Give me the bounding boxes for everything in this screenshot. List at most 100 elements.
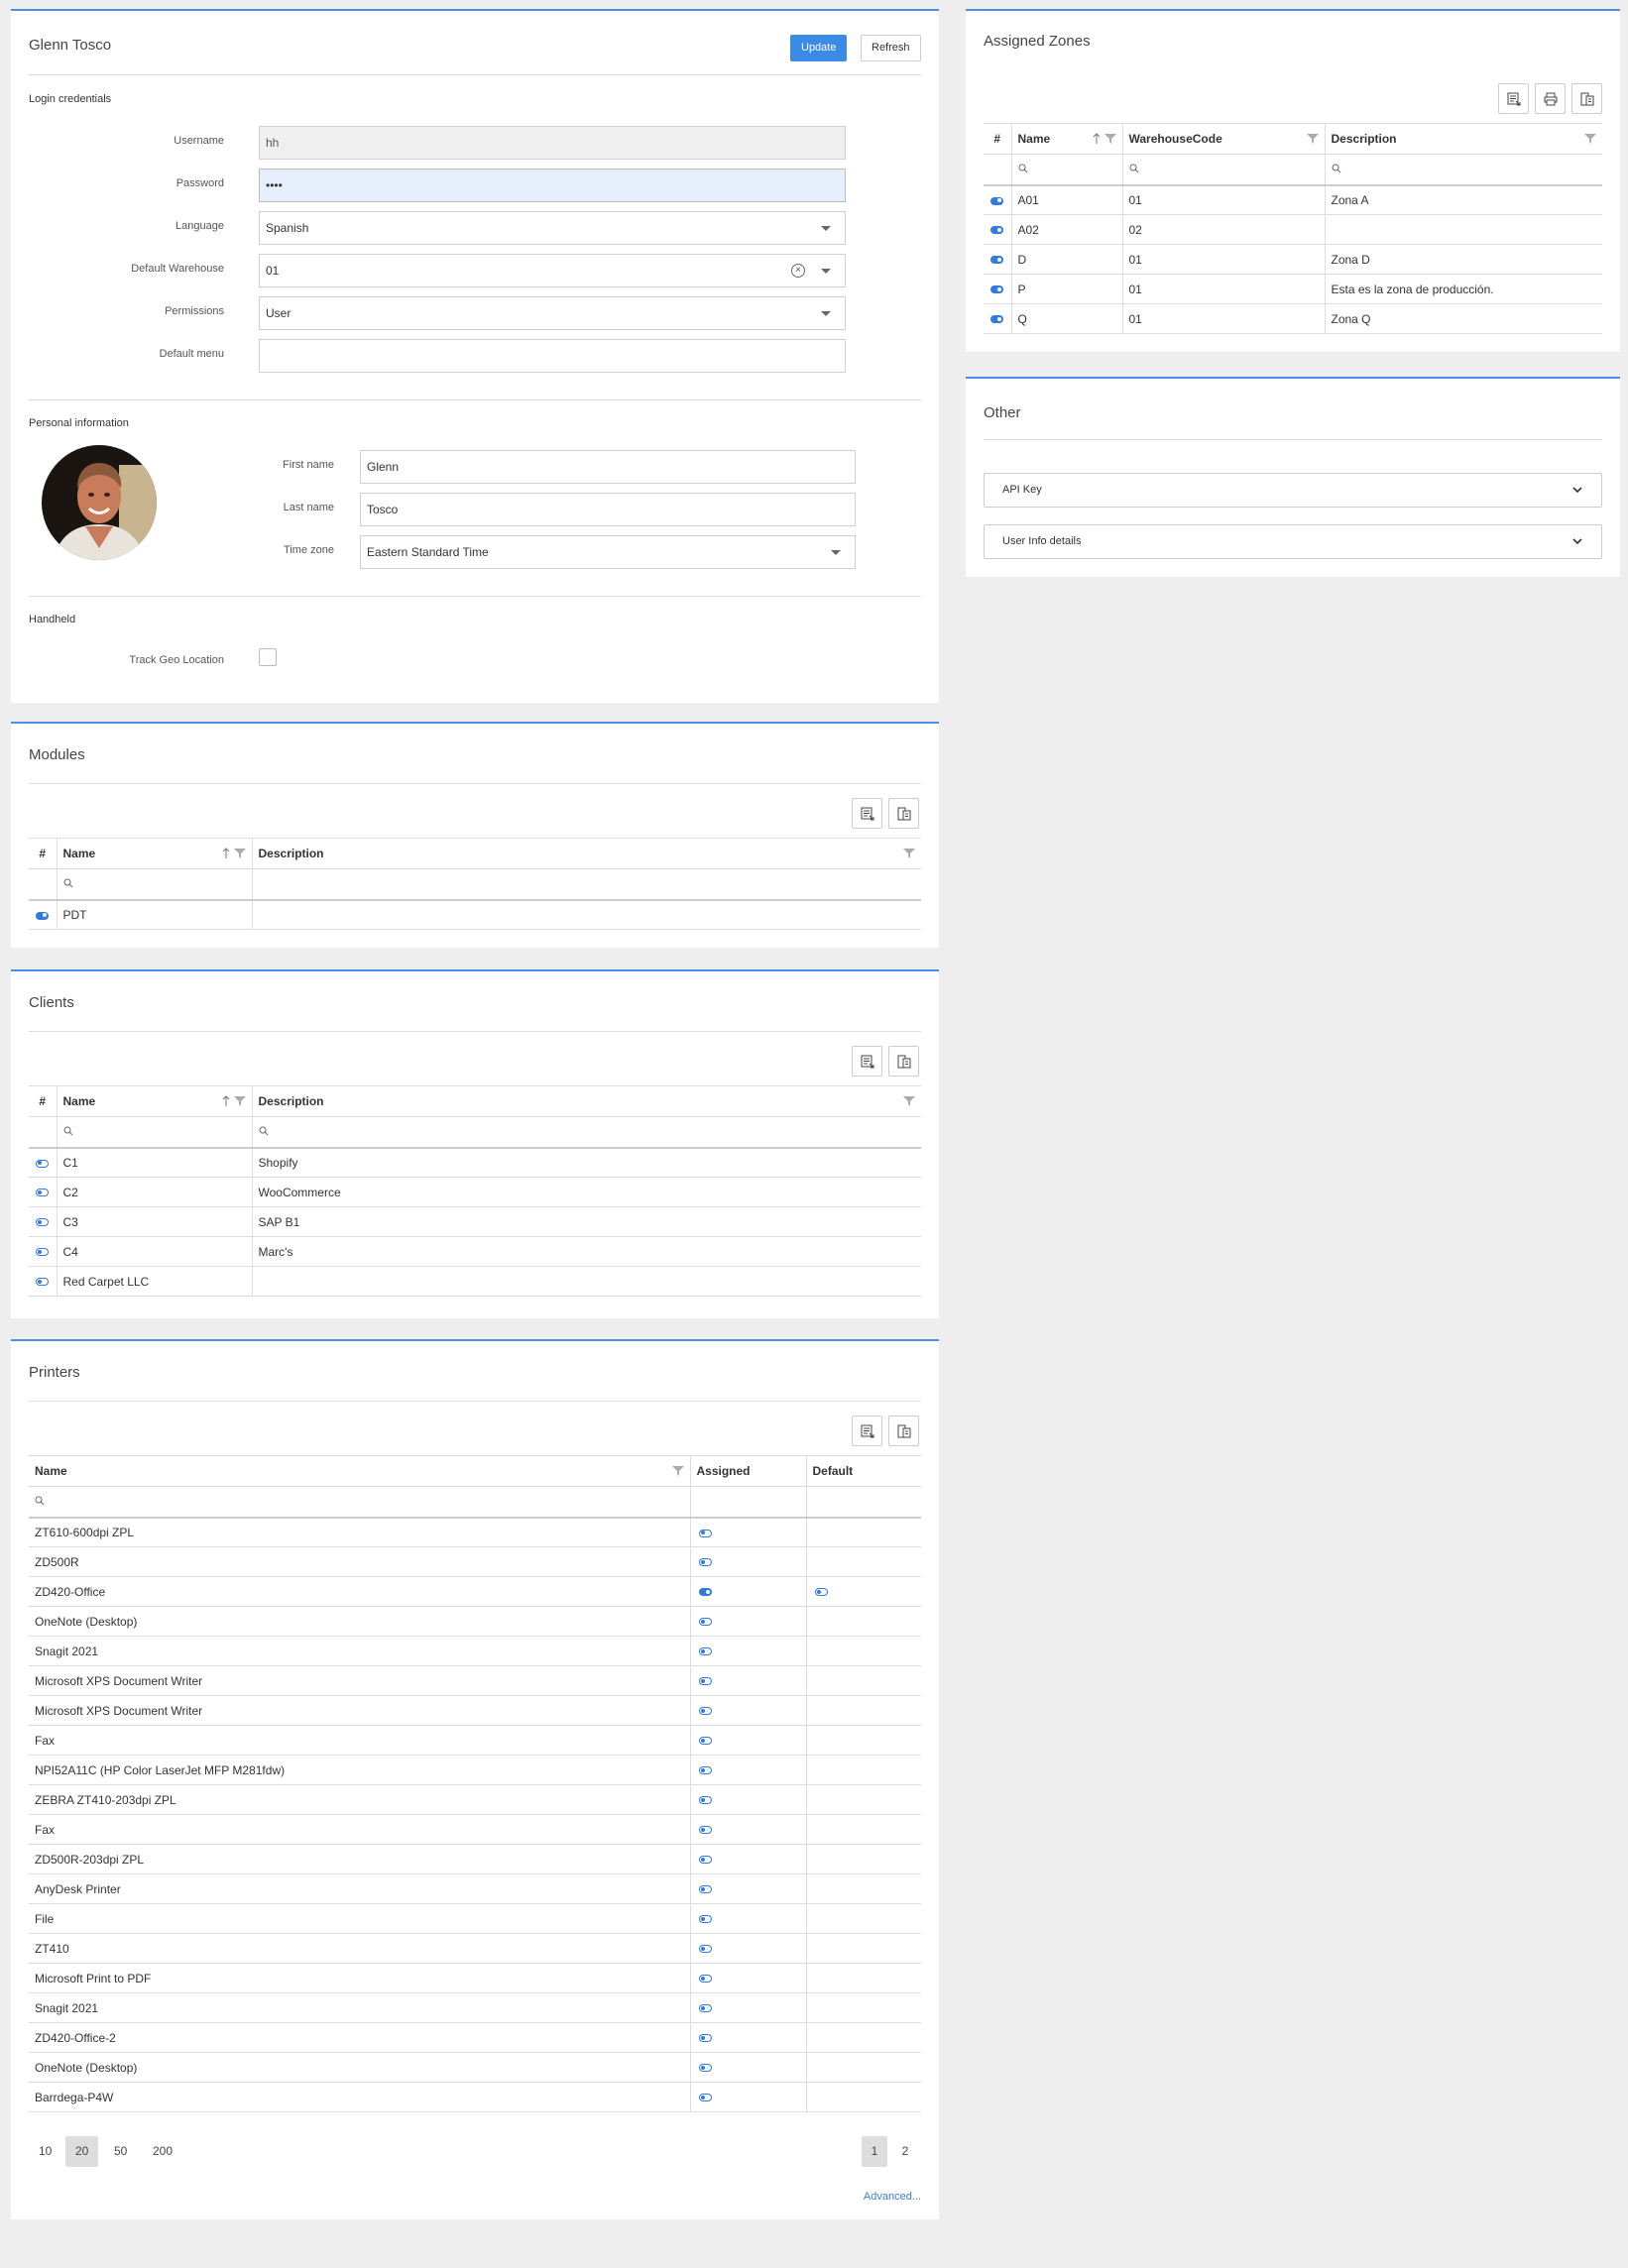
table-row[interactable]: Fax [29,1725,921,1756]
table-row[interactable]: Fax [29,1814,921,1845]
chevron-down-icon[interactable] [821,311,831,316]
sort-icon[interactable] [222,1095,230,1107]
language-select[interactable]: Spanish [259,211,846,245]
table-row[interactable]: ZD420-Office [29,1576,921,1607]
toggle-icon[interactable] [698,1558,712,1567]
table-row[interactable]: ZT610-600dpi ZPL [29,1517,921,1547]
name-filter-input[interactable] [57,1116,253,1149]
time-zone-select[interactable]: Eastern Standard Time [360,535,856,569]
column-chooser-button[interactable] [888,1046,919,1077]
table-row[interactable]: Snagit 2021 [29,1636,921,1666]
printer-assigned-cell[interactable] [690,1784,807,1815]
toggle-icon[interactable] [36,1248,50,1257]
table-row[interactable]: P 01 Esta es la zona de producción. [984,274,1602,304]
filter-icon[interactable] [1306,133,1319,145]
description-filter-input[interactable] [252,1116,921,1149]
printer-assigned-cell[interactable] [690,1992,807,2023]
username-input[interactable]: hh [259,126,846,160]
first-name-input[interactable]: Glenn [360,450,856,484]
table-row[interactable]: C1 Shopify [29,1147,921,1178]
printer-assigned-cell[interactable] [690,2022,807,2053]
printer-assigned-cell[interactable] [690,1606,807,1637]
toggle-icon[interactable] [36,1278,50,1287]
page-size-option[interactable]: 10 [29,2136,61,2167]
table-row[interactable]: D 01 Zona D [984,244,1602,275]
filter-icon[interactable] [903,1095,915,1107]
printer-assigned-cell[interactable] [690,1636,807,1666]
toggle-icon[interactable] [698,1945,712,1954]
column-header-name[interactable]: Name [57,838,253,869]
filter-icon[interactable] [671,1465,684,1477]
print-button[interactable] [1535,83,1566,114]
table-row[interactable]: C2 WooCommerce [29,1177,921,1207]
filter-icon[interactable] [1584,133,1596,145]
toggle-icon[interactable] [698,1647,712,1656]
table-row[interactable]: C4 Marc's [29,1236,921,1267]
toggle-icon[interactable] [698,1885,712,1894]
printer-assigned-cell[interactable] [690,1665,807,1696]
printer-default-cell[interactable] [806,1576,921,1607]
page-number-button[interactable]: 1 [862,2136,887,2167]
table-row[interactable]: A02 02 [984,214,1602,245]
table-row[interactable]: OneNote (Desktop) [29,1606,921,1637]
default-warehouse-select[interactable]: 01 × [259,254,846,287]
toggle-icon[interactable] [698,1529,712,1537]
printer-assigned-cell[interactable] [690,1755,807,1785]
table-row[interactable]: C3 SAP B1 [29,1206,921,1237]
table-row[interactable]: OneNote (Desktop) [29,2052,921,2083]
printer-assigned-cell[interactable] [690,1725,807,1756]
table-row[interactable]: ZD500R [29,1546,921,1577]
table-row[interactable]: Microsoft XPS Document Writer [29,1695,921,1726]
toggle-icon[interactable] [698,1975,712,1984]
toggle-icon[interactable] [698,2034,712,2043]
toggle-icon[interactable] [990,226,1004,235]
default-menu-input[interactable] [259,339,846,373]
table-row[interactable]: PDT [29,899,921,930]
printer-assigned-cell[interactable] [690,1814,807,1845]
chevron-down-icon[interactable] [821,269,831,274]
sort-icon[interactable] [1093,133,1101,145]
table-row[interactable]: Q 01 Zona Q [984,303,1602,334]
table-row[interactable]: Microsoft XPS Document Writer [29,1665,921,1696]
toggle-icon[interactable] [698,2094,712,2102]
warehousecode-filter-input[interactable] [1122,154,1326,186]
toggle-icon[interactable] [698,1588,712,1597]
toggle-icon[interactable] [36,1218,50,1227]
module-name-cell[interactable]: PDT [57,899,253,930]
filter-icon[interactable] [233,1095,246,1107]
toggle-icon[interactable] [990,256,1004,265]
track-geo-location-checkbox[interactable] [259,648,277,666]
printer-assigned-cell[interactable] [690,1963,807,1993]
table-row[interactable]: Red Carpet LLC [29,1266,921,1297]
printer-assigned-cell[interactable] [690,1873,807,1904]
toggle-icon[interactable] [698,1796,712,1805]
column-header-default[interactable]: Default [806,1455,921,1487]
toggle-icon[interactable] [698,2064,712,2073]
printer-assigned-cell[interactable] [690,2052,807,2083]
page-size-option[interactable]: 50 [104,2136,137,2167]
printer-assigned-cell[interactable] [690,1517,807,1547]
clear-icon[interactable]: × [791,264,805,278]
toggle-icon[interactable] [698,1856,712,1865]
chevron-down-icon[interactable] [821,226,831,231]
printer-assigned-cell[interactable] [690,1546,807,1577]
column-chooser-button[interactable] [888,798,919,829]
column-header-warehousecode[interactable]: WarehouseCode [1122,123,1326,155]
table-row[interactable]: ZD500R-203dpi ZPL [29,1844,921,1874]
toggle-icon[interactable] [698,1915,712,1924]
toggle-icon[interactable] [698,1618,712,1627]
printer-assigned-cell[interactable] [690,1844,807,1874]
toggle-icon[interactable] [698,2004,712,2013]
toggle-icon[interactable] [990,196,1004,205]
column-header-description[interactable]: Description [252,838,921,869]
sort-icon[interactable] [222,848,230,859]
password-input[interactable]: •••• [259,169,846,202]
refresh-button[interactable]: Refresh [861,35,921,61]
page-size-option[interactable]: 200 [143,2136,182,2167]
toggle-icon[interactable] [990,315,1004,324]
table-row[interactable]: AnyDesk Printer [29,1873,921,1904]
toggle-icon[interactable] [36,911,50,920]
printer-assigned-cell[interactable] [690,2082,807,2112]
column-header-assigned[interactable]: Assigned [690,1455,807,1487]
printer-assigned-cell[interactable] [690,1903,807,1934]
